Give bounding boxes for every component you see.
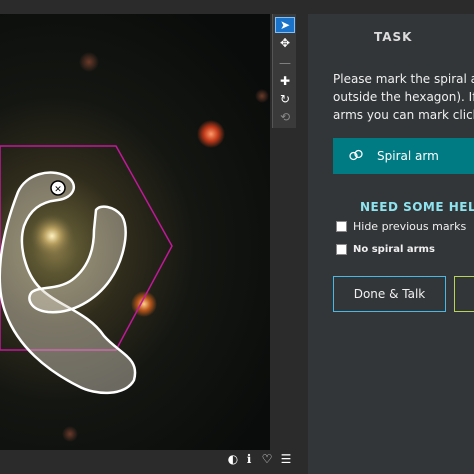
delete-mark-handle[interactable]: ✕ bbox=[50, 180, 66, 196]
galaxy-image[interactable]: ✕ bbox=[0, 14, 270, 450]
checkbox[interactable] bbox=[336, 244, 347, 255]
spiral-arm-tool-button[interactable]: Spiral arm bbox=[333, 138, 474, 174]
galaxy-core bbox=[30, 214, 74, 258]
option-label: Hide previous marks bbox=[353, 220, 467, 233]
panel-divider bbox=[296, 14, 308, 474]
no-spiral-arms-option[interactable]: No spiral arms bbox=[336, 244, 435, 255]
image-toolbar: ➤ ✥ — ✚ ↻ ⟲ bbox=[272, 14, 297, 128]
instruction-line: outside the hexagon). If y bbox=[333, 90, 474, 104]
faint-star bbox=[79, 52, 99, 72]
move-tool-icon[interactable]: ✥ bbox=[275, 35, 295, 51]
faint-star bbox=[62, 426, 78, 442]
pointer-tool-icon[interactable]: ➤ bbox=[275, 17, 295, 33]
done-and-talk-button[interactable]: Done & Talk bbox=[333, 276, 446, 312]
info-icon[interactable]: ℹ bbox=[242, 452, 256, 466]
hide-previous-marks-option[interactable]: Hide previous marks bbox=[336, 220, 466, 233]
done-button[interactable] bbox=[454, 276, 474, 312]
need-help-link[interactable]: NEED SOME HELP bbox=[360, 200, 474, 214]
option-label: No spiral arms bbox=[353, 244, 435, 255]
rotate-icon[interactable]: ↻ bbox=[275, 91, 295, 107]
task-panel: TASK Please mark the spiral ar outside t… bbox=[308, 14, 474, 474]
spiral-icon bbox=[349, 149, 363, 164]
task-title: TASK bbox=[374, 30, 413, 44]
zoom-in-icon[interactable]: ✚ bbox=[275, 73, 295, 89]
contrast-icon[interactable]: ◐ bbox=[226, 452, 240, 466]
list-icon[interactable]: ☰ bbox=[279, 452, 293, 466]
reset-icon[interactable]: ⟲ bbox=[275, 109, 295, 125]
red-star bbox=[197, 120, 225, 148]
instruction-line: arms you can mark click bbox=[333, 108, 474, 122]
checkbox[interactable] bbox=[336, 221, 347, 232]
close-icon: ✕ bbox=[54, 185, 62, 195]
faint-star bbox=[255, 89, 269, 103]
task-instructions: Please mark the spiral ar outside the he… bbox=[333, 70, 474, 124]
galaxy-image-viewer[interactable]: ✕ bbox=[0, 14, 270, 450]
spiral-arm-label: Spiral arm bbox=[377, 149, 439, 163]
heart-icon[interactable]: ♡ bbox=[260, 452, 274, 466]
orange-star bbox=[131, 291, 157, 317]
instruction-line: Please mark the spiral ar bbox=[333, 72, 474, 86]
zoom-out-icon[interactable]: — bbox=[275, 55, 295, 71]
